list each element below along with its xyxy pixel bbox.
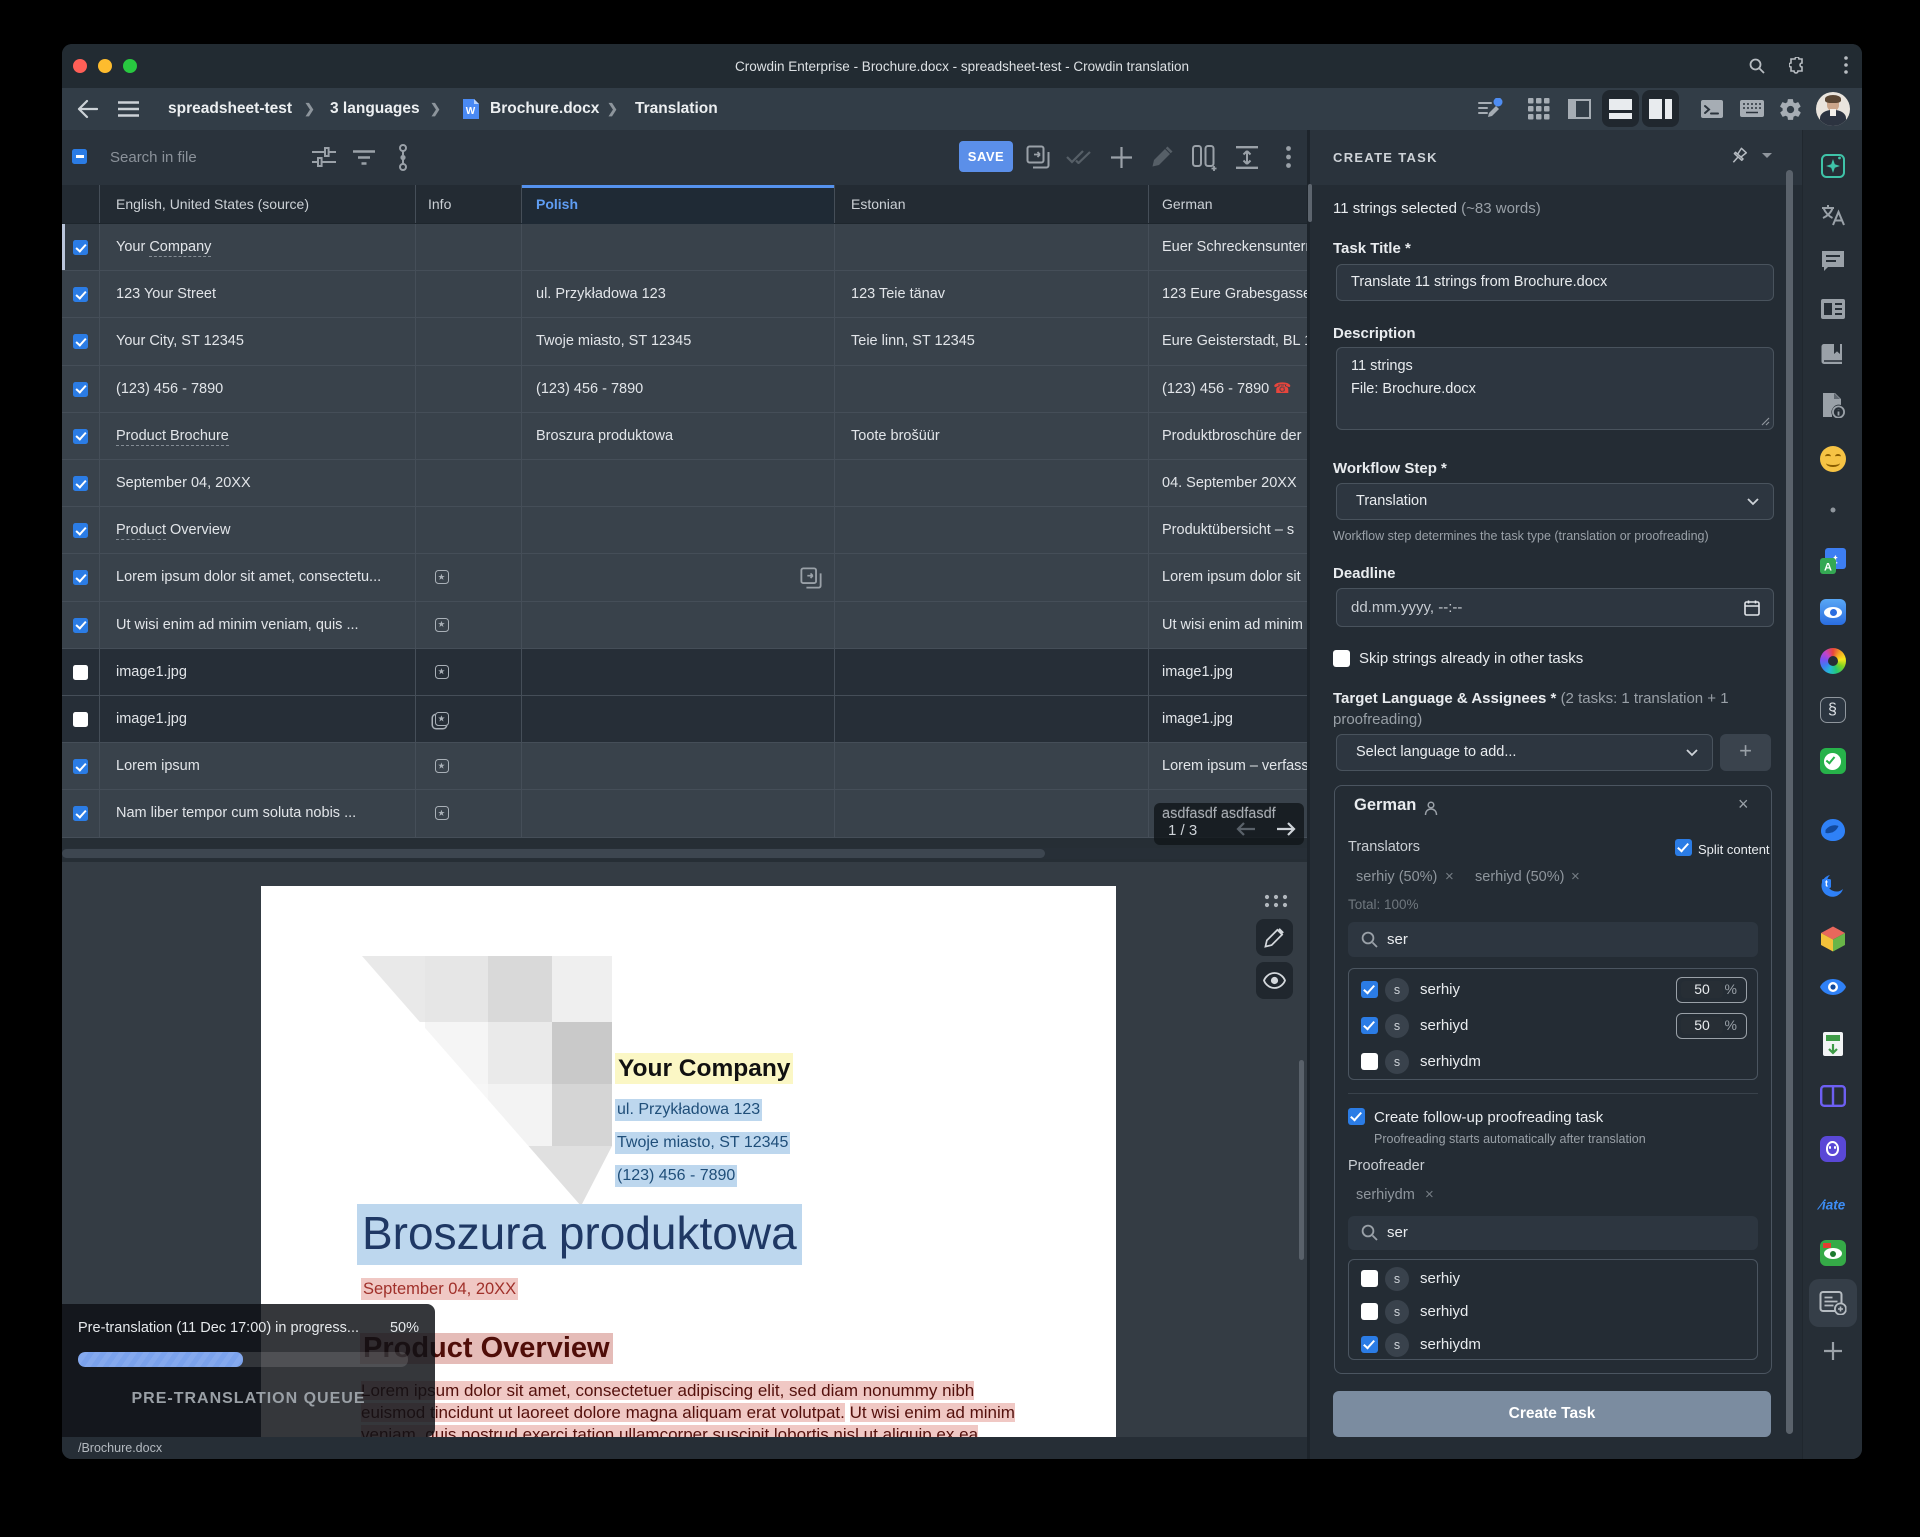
svg-text:W: W [466, 106, 476, 117]
svg-text:t: t [1825, 879, 1828, 889]
svg-text:A: A [1824, 562, 1832, 574]
